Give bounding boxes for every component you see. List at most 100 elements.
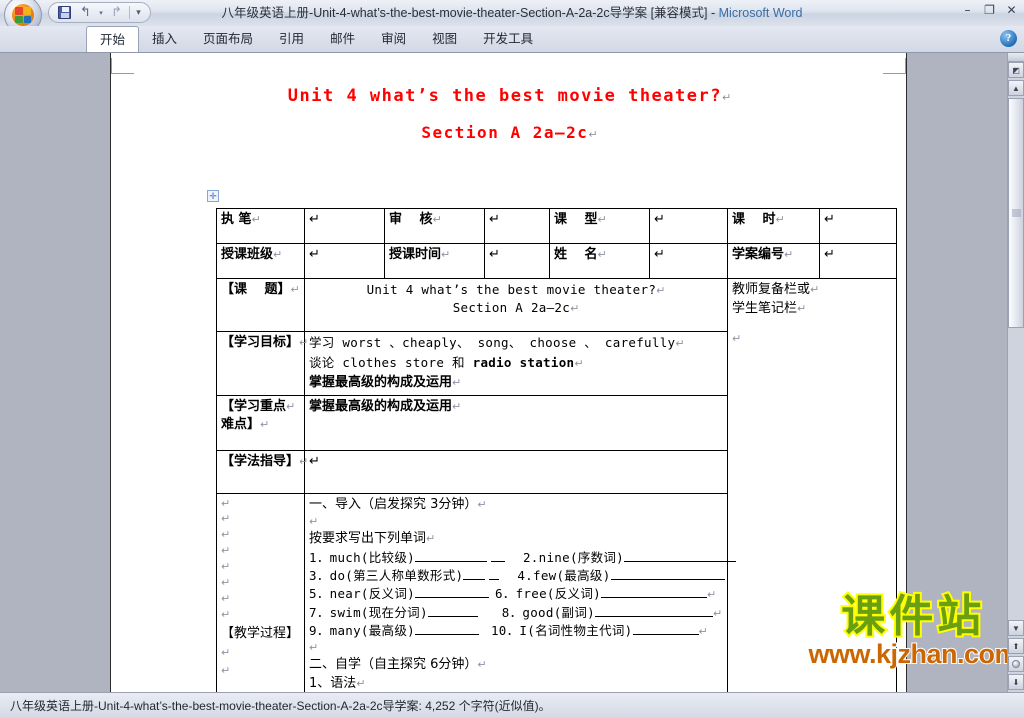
cell-process-label-column[interactable]: ↵ ↵ ↵ ↵ ↵ ↵ ↵ ↵ 【教学过程】 ↵ ↵ — [216, 492, 305, 692]
cell-plan-number-label[interactable]: 学案编号↵ — [727, 243, 820, 279]
section-1-title: 一、导入（启发探究 3分钟）↵ — [309, 496, 892, 515]
pilcrow-icon: ↵ — [477, 497, 487, 511]
section-1-prompt-text: 按要求写出下列单词 — [309, 531, 427, 547]
cell-lesson-type-label[interactable]: 课 型↵ — [549, 208, 650, 244]
answer-blank[interactable] — [427, 615, 478, 617]
answer-blank[interactable] — [489, 579, 500, 581]
process-empty-3: ↵ — [221, 528, 231, 542]
tab-references[interactable]: 引用 — [266, 26, 317, 52]
answer-blank[interactable] — [463, 579, 486, 581]
minimize-button[interactable]: – — [959, 2, 976, 17]
goals-line-2-prefix: 谈论 clothes store 和 — [309, 354, 473, 370]
tab-review[interactable]: 审阅 — [368, 26, 419, 52]
cell-name-value[interactable]: ↵ — [649, 243, 728, 279]
answer-blank[interactable] — [594, 615, 713, 617]
undo-button[interactable]: ↰ — [75, 4, 96, 21]
view-ruler-button[interactable]: ◩ — [1008, 62, 1024, 78]
cell-method-label[interactable]: 【学法指导】↵ — [216, 449, 308, 494]
document-heading-1: Unit 4 what’s the best movie theater?↵ — [111, 86, 906, 106]
answer-blank[interactable] — [414, 561, 487, 563]
answer-blank[interactable] — [490, 561, 505, 563]
customize-qat-button[interactable]: ▾ — [132, 4, 145, 21]
tab-developer[interactable]: 开发工具 — [470, 26, 546, 52]
restore-button[interactable]: ❐ — [981, 2, 998, 17]
cell-class-value[interactable]: ↵ — [304, 243, 385, 279]
tab-home[interactable]: 开始 — [86, 26, 140, 52]
split-window-handle[interactable] — [1008, 53, 1024, 62]
answer-blank[interactable] — [600, 597, 707, 599]
cell-lesson-type-value[interactable]: ↵ — [649, 208, 728, 244]
notes-line-1-text: 教师复备栏或 — [732, 282, 811, 297]
pilcrow-icon: ↵ — [221, 645, 231, 659]
exercise-left-text: 3．do(第三人称单数形式) — [309, 568, 464, 584]
previous-page-button[interactable]: ⬆ — [1008, 638, 1024, 654]
goals-line-1-text: 学习 worst 、cheaply、 song、 choose 、 carefu… — [309, 335, 676, 350]
pilcrow-icon: ↵ — [706, 588, 717, 602]
cell-name-label[interactable]: 姓 名↵ — [549, 243, 650, 279]
exercise-right-text: 10．I(名词性物主代词) — [490, 622, 633, 638]
pilcrow-icon: ↵ — [251, 213, 261, 226]
tab-page-layout[interactable]: 页面布局 — [190, 26, 266, 52]
cell-author-value[interactable]: ↵ — [304, 208, 385, 244]
cell-author-label[interactable]: 执 笔↵ — [216, 208, 305, 244]
answer-blank[interactable] — [414, 597, 489, 599]
pilcrow-icon: ↵ — [260, 418, 270, 432]
cell-date-label[interactable]: 授课时间↵ — [384, 243, 485, 279]
cell-class-label[interactable]: 授课班级↵ — [216, 243, 305, 279]
select-browse-object-button[interactable] — [1008, 656, 1024, 672]
cell-key-points-label[interactable]: 【学习重点↵ 难点】↵ — [216, 394, 305, 451]
save-button[interactable] — [54, 4, 75, 21]
close-button[interactable]: ✕ — [1003, 2, 1020, 17]
redo-button[interactable]: ↱ — [106, 4, 127, 21]
scroll-up-button[interactable]: ▲ — [1008, 80, 1024, 96]
help-button[interactable]: ? — [1000, 30, 1017, 47]
answer-blank[interactable] — [624, 561, 736, 563]
goals-line-1: 学习 worst 、cheaply、 song、 choose 、 carefu… — [309, 334, 723, 354]
table-move-handle[interactable]: ✛ — [207, 190, 219, 202]
cell-period-value[interactable]: ↵ — [819, 208, 897, 244]
key-label-line-1: 【学习重点↵ — [221, 398, 300, 417]
tab-insert[interactable]: 插入 — [139, 26, 190, 52]
cell-goals-value[interactable]: 学习 worst 、cheaply、 song、 choose 、 carefu… — [304, 331, 728, 396]
table-row: 【课 题】↵ Unit 4 what’s the best movie thea… — [216, 278, 897, 692]
cell-goals-label[interactable]: 【学习目标】↵ — [216, 331, 308, 396]
topic-line-2: Section A 2a—2c↵ — [309, 299, 723, 317]
undo-icon: ↰ — [80, 5, 91, 20]
vertical-scrollbar[interactable]: ◩ ▲ ▼ ⬆ ⬇ — [1007, 53, 1024, 692]
undo-dropdown-button[interactable]: ▾ — [96, 4, 106, 21]
cell-text: 姓 名 — [554, 247, 598, 262]
save-icon — [58, 6, 71, 19]
cell-text: 授课时间 — [389, 247, 442, 262]
cell-plan-number-value[interactable]: ↵ — [819, 243, 897, 279]
cell-topic-value[interactable]: Unit 4 what’s the best movie theater?↵ S… — [304, 278, 728, 332]
process-label-text: 【教学过程】 — [221, 626, 300, 642]
answer-blank[interactable] — [414, 633, 479, 635]
pilcrow-icon: ↵ — [675, 337, 685, 350]
next-page-button[interactable]: ⬇ — [1008, 674, 1024, 690]
cell-date-value[interactable]: ↵ — [484, 243, 550, 279]
status-bar[interactable]: 八年级英语上册-Unit-4-what’s-the-best-movie-the… — [0, 692, 1024, 718]
tab-mailings[interactable]: 邮件 — [317, 26, 368, 52]
answer-blank[interactable] — [632, 633, 699, 635]
cell-reviewer-label[interactable]: 审 核↵ — [384, 208, 485, 244]
scrollbar-thumb[interactable] — [1008, 98, 1024, 328]
cell-reviewer-value[interactable]: ↵ — [484, 208, 550, 244]
cell-topic-label[interactable]: 【课 题】↵ — [216, 278, 305, 332]
cell-key-points-value[interactable]: 掌握最高级的构成及运用↵ — [304, 394, 728, 451]
window-title-text: 八年级英语上册-Unit-4-what’s-the-best-movie-the… — [221, 6, 708, 20]
cell-process-content[interactable]: 一、导入（启发探究 3分钟）↵ ↵ 按要求写出下列单词↵ 1．much(比较级)… — [304, 492, 897, 692]
document-page[interactable]: Unit 4 what’s the best movie theater?↵ S… — [110, 53, 907, 692]
exercise-right-text: 6．free(反义词) — [494, 586, 601, 602]
tab-view[interactable]: 视图 — [419, 26, 470, 52]
process-empty-7: ↵ — [221, 592, 231, 606]
section-2-item-1: 1、语法↵ — [309, 675, 892, 692]
scroll-down-button[interactable]: ▼ — [1008, 620, 1024, 636]
pilcrow-icon: ↵ — [452, 399, 462, 413]
ribbon-tabs: 开始 插入 页面布局 引用 邮件 审阅 视图 开发工具 — [86, 26, 546, 52]
answer-blank[interactable] — [610, 579, 725, 581]
cell-period-label[interactable]: 课 时↵ — [727, 208, 820, 244]
exercise-left-text: 5．near(反义词) — [309, 586, 415, 602]
pilcrow-icon: ↵ — [784, 248, 794, 261]
cell-method-value[interactable]: ↵ — [304, 449, 728, 494]
document-heading-2: Section A 2a—2c↵ — [111, 123, 906, 142]
